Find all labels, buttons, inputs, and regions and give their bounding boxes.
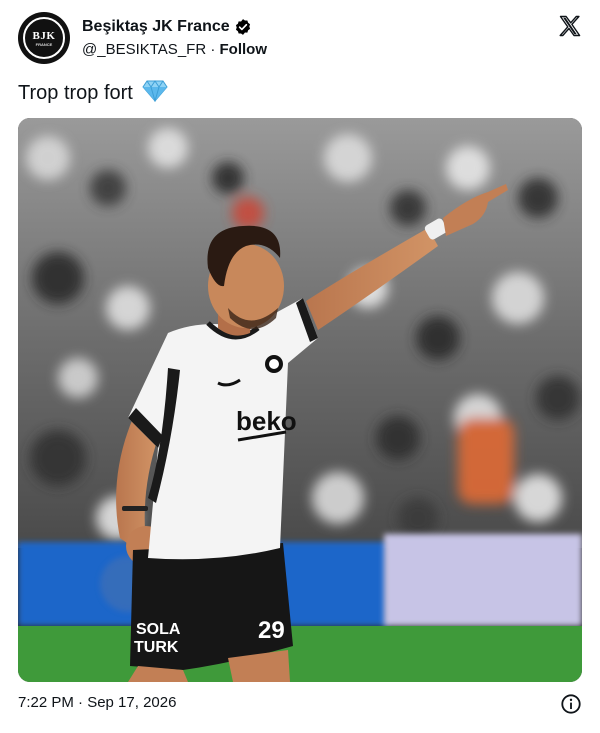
player-photo: SOLA TURK 29 beko [18,118,582,682]
timestamp[interactable]: 7:22 PM · Sep 17, 2026 [18,694,176,711]
follow-button[interactable]: Follow [220,41,268,58]
info-icon[interactable] [560,693,582,715]
tweet-text-content: Trop trop fort [18,82,133,104]
separator: · [210,41,216,58]
sponsor-logo: beko [236,406,297,436]
tweet-text: Trop trop fort [18,80,169,106]
tweet-footer: 7:22 PM · Sep 17, 2026 [18,692,582,714]
svg-text:SOLA: SOLA [136,621,181,638]
author-info: Beşiktaş JK France @_BESIKTAS_FR · Follo… [82,17,267,60]
display-name[interactable]: Beşiktaş JK France [82,17,230,37]
club-logo: BJK FRANCE [23,17,65,59]
svg-text:29: 29 [258,617,285,644]
verified-badge-icon [235,19,250,35]
gem-icon [142,80,169,102]
handle[interactable]: @_BESIKTAS_FR [82,41,206,58]
svg-text:TURK: TURK [134,639,179,656]
x-logo-icon[interactable] [558,14,582,38]
tweet-header: BJK FRANCE Beşiktaş JK France @_BESIKTAS… [18,12,582,68]
tweet-media-image[interactable]: SOLA TURK 29 beko [18,118,582,682]
avatar[interactable]: BJK FRANCE [18,12,70,64]
